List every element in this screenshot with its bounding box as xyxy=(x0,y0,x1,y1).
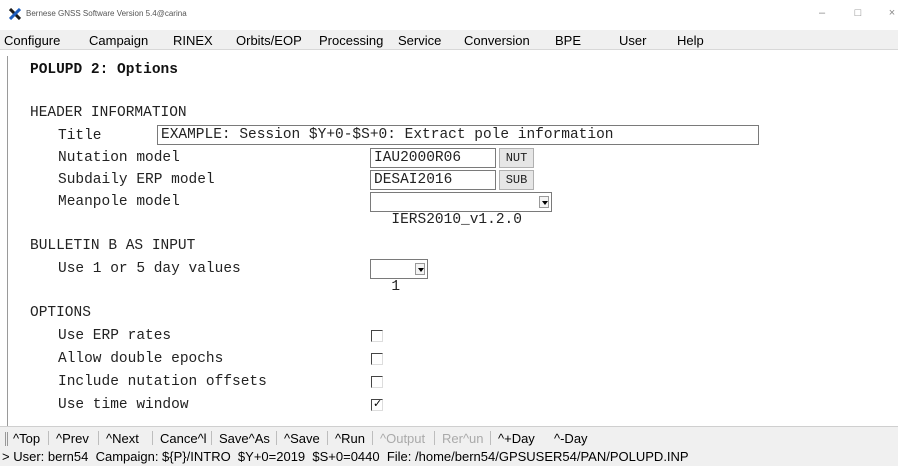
toolbar-divider xyxy=(490,431,491,445)
menu-bar: Configure Campaign RINEX Orbits/EOP Proc… xyxy=(0,30,898,50)
double-epochs-checkbox[interactable] xyxy=(371,353,383,365)
maximize-button[interactable]: □ xyxy=(851,7,865,19)
toolbar-divider xyxy=(152,431,153,445)
option-label-erp-rates: Use ERP rates xyxy=(58,328,172,344)
cancel-button[interactable]: Cance^l xyxy=(160,431,207,446)
nutation-browse-button[interactable]: NUT xyxy=(499,148,534,168)
toolbar-divider xyxy=(48,431,49,445)
top-button[interactable]: ^Top xyxy=(13,431,40,446)
window-title: Bernese GNSS Software Version 5.4@carina xyxy=(26,9,187,18)
nutation-model-label: Nutation model xyxy=(58,150,180,166)
drag-handle-icon[interactable] xyxy=(5,432,8,446)
day-values-value: 1 xyxy=(391,279,401,295)
chevron-down-icon[interactable] xyxy=(539,196,549,208)
window-titlebar: Bernese GNSS Software Version 5.4@carina… xyxy=(0,0,898,30)
save-as-button[interactable]: Save^As xyxy=(219,431,270,446)
rerun-button[interactable]: Rer^un xyxy=(442,431,484,446)
option-label-time-window: Use time window xyxy=(58,397,189,413)
day-values-select[interactable]: 1 xyxy=(370,259,428,295)
menu-conversion[interactable]: Conversion xyxy=(464,33,530,48)
toolbar-divider xyxy=(98,431,99,445)
subdaily-browse-button[interactable]: SUB xyxy=(499,170,534,190)
time-window-checkbox[interactable]: ✓ xyxy=(371,397,383,411)
menu-orbits-eop[interactable]: Orbits/EOP xyxy=(236,33,302,48)
day-values-label: Use 1 or 5 day values xyxy=(58,261,241,277)
toolbar-divider xyxy=(211,431,212,445)
erp-rates-checkbox[interactable] xyxy=(371,330,383,342)
status-bar: > User: bern54 Campaign: ${P}/INTRO $Y+0… xyxy=(0,448,898,466)
menu-rinex[interactable]: RINEX xyxy=(173,33,213,48)
section-heading-options: OPTIONS xyxy=(30,305,91,321)
plus-day-button[interactable]: ^+Day xyxy=(498,431,535,446)
prev-button[interactable]: ^Prev xyxy=(56,431,89,446)
minimize-button[interactable]: – xyxy=(815,7,829,19)
section-heading-header: HEADER INFORMATION xyxy=(30,105,187,121)
nutation-model-input[interactable]: IAU2000R06 xyxy=(370,148,496,168)
menu-campaign[interactable]: Campaign xyxy=(89,33,148,48)
close-button[interactable]: × xyxy=(885,7,898,19)
section-heading-bulletin: BULLETIN B AS INPUT xyxy=(30,238,196,254)
output-button[interactable]: ^Output xyxy=(380,431,425,446)
meanpole-model-value: IERS2010_v1.2.0 xyxy=(391,212,522,228)
menu-help[interactable]: Help xyxy=(677,33,704,48)
meanpole-model-label: Meanpole model xyxy=(58,194,180,210)
menu-bpe[interactable]: BPE xyxy=(555,33,581,48)
menu-processing[interactable]: Processing xyxy=(319,33,383,48)
next-button[interactable]: ^Next xyxy=(106,431,139,446)
toolbar-divider xyxy=(276,431,277,445)
subdaily-erp-input[interactable]: DESAI2016 xyxy=(370,170,496,190)
x-logo-icon xyxy=(9,8,21,20)
menu-service[interactable]: Service xyxy=(398,33,441,48)
menu-user[interactable]: User xyxy=(619,33,646,48)
nutation-offsets-checkbox[interactable] xyxy=(371,376,383,388)
toolbar-divider xyxy=(434,431,435,445)
bottom-toolbar: ^Top ^Prev ^Next Cance^l Save^As ^Save ^… xyxy=(0,426,898,448)
meanpole-model-select[interactable]: IERS2010_v1.2.0 xyxy=(370,192,552,228)
title-label: Title xyxy=(58,128,102,144)
save-button[interactable]: ^Save xyxy=(284,431,320,446)
menu-configure[interactable]: Configure xyxy=(4,33,60,48)
page-title: POLUPD 2: Options xyxy=(30,62,178,78)
minus-day-button[interactable]: ^-Day xyxy=(554,431,588,446)
title-input[interactable]: EXAMPLE: Session $Y+0-$S+0: Extract pole… xyxy=(157,125,759,145)
run-button[interactable]: ^Run xyxy=(335,431,365,446)
option-label-double-epochs: Allow double epochs xyxy=(58,351,224,367)
chevron-down-icon[interactable] xyxy=(415,263,425,275)
toolbar-divider xyxy=(372,431,373,445)
toolbar-divider xyxy=(327,431,328,445)
check-icon: ✓ xyxy=(373,397,383,410)
panel-divider xyxy=(7,56,8,426)
option-label-nutation-offsets: Include nutation offsets xyxy=(58,374,267,390)
subdaily-erp-label: Subdaily ERP model xyxy=(58,172,215,188)
